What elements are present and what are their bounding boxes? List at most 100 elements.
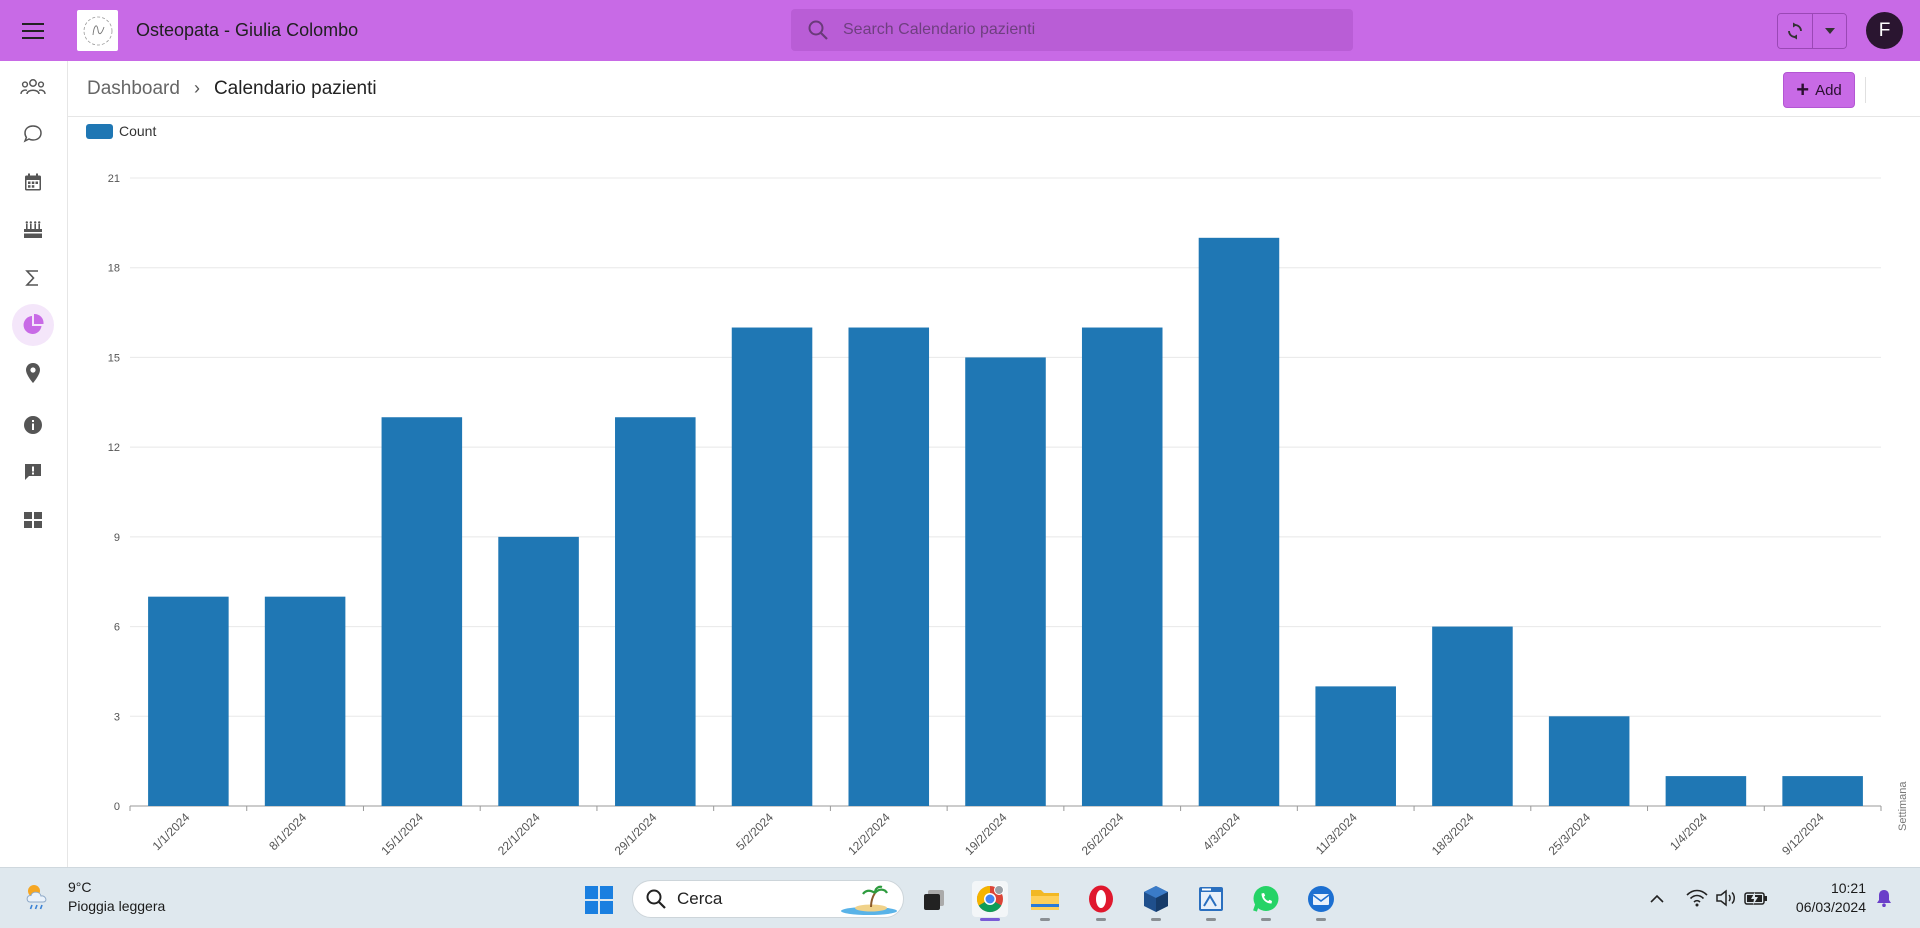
thunderbird-icon [1308, 886, 1334, 912]
tray-volume[interactable] [1714, 886, 1738, 910]
sigma-icon [25, 270, 38, 286]
x-tick-label: 8/1/2024 [266, 810, 309, 853]
app-bar: Osteopata - Giulia Colombo F [0, 0, 1920, 61]
taskbar-search[interactable]: Cerca [632, 880, 904, 918]
tray-notifications[interactable] [1872, 886, 1896, 910]
tray-battery[interactable] [1744, 886, 1768, 910]
x-tick-label: 15/1/2024 [378, 810, 426, 858]
x-tick-label: 25/3/2024 [1546, 810, 1594, 858]
task-view-icon [924, 890, 944, 910]
windows-taskbar: 9°C Pioggia leggera Cerca 10:21 06/03/20… [0, 867, 1920, 928]
sidebar-item-totals[interactable] [12, 257, 54, 299]
cake-icon [24, 221, 42, 238]
page-title: Calendario pazienti [213, 77, 377, 99]
map-pin-icon [26, 363, 40, 383]
sidebar-item-info[interactable] [12, 404, 54, 446]
sync-button-group [1777, 13, 1847, 49]
sync-dropdown-button[interactable] [1812, 14, 1846, 48]
chart-bar [381, 417, 463, 806]
y-tick-label: 6 [114, 622, 120, 634]
content-header: Dashboard › Calendario pazienti + Add [68, 61, 1920, 117]
wifi-icon [1686, 889, 1708, 907]
user-avatar[interactable]: F [1866, 12, 1903, 49]
menu-button[interactable] [0, 0, 66, 61]
chart-bar [148, 596, 229, 806]
tray-overflow-button[interactable] [1645, 886, 1669, 910]
weather-temp: 9°C [68, 879, 92, 895]
feedback-icon [25, 464, 41, 480]
y-tick-label: 0 [114, 801, 120, 813]
app-window-icon [1199, 887, 1223, 911]
chevron-up-icon [1650, 894, 1664, 903]
x-tick-label: 1/1/2024 [150, 810, 193, 853]
sidebar-item-birthdays[interactable] [12, 209, 54, 251]
open-app-indicator [1040, 918, 1050, 921]
caret-down-icon [1824, 28, 1835, 34]
sidebar-item-places[interactable] [12, 352, 54, 394]
start-button[interactable] [584, 885, 614, 920]
chrome-icon [976, 885, 1004, 913]
chart-bar [848, 327, 930, 806]
taskbar-thunderbird[interactable] [1303, 881, 1339, 921]
chart-area: Count 0 3 6 9 12 15 18 21 1/1/2024 8/1/2024 15/1/20… [68, 118, 1920, 867]
y-tick-label: 12 [108, 442, 120, 454]
chart-bar [1665, 776, 1747, 806]
volume-icon [1716, 889, 1735, 907]
taskbar-app-window[interactable] [1193, 881, 1229, 921]
sync-icon [1788, 22, 1802, 40]
pie-chart-icon [23, 313, 44, 334]
battery-charging-icon [1744, 892, 1767, 905]
taskbar-file-explorer[interactable] [1027, 881, 1063, 921]
beach-island-icon [841, 885, 897, 915]
chart-bar [1548, 716, 1630, 806]
x-tick-label: 19/2/2024 [962, 810, 1010, 858]
x-tick-label: 18/3/2024 [1429, 810, 1477, 858]
whatsapp-icon [1253, 886, 1279, 912]
y-tick-label: 3 [114, 711, 120, 723]
y-tick-label: 9 [114, 532, 120, 544]
taskbar-opera[interactable] [1083, 881, 1119, 921]
taskbar-virtualbox[interactable] [1138, 881, 1174, 921]
tray-wifi[interactable] [1685, 886, 1709, 910]
app-logo [77, 10, 118, 51]
clock-date: 06/03/2024 [1795, 899, 1866, 915]
calendar-icon [25, 173, 41, 191]
sidebar-item-patients[interactable] [12, 66, 54, 108]
x-tick-label: 22/1/2024 [495, 810, 543, 858]
taskbar-task-view[interactable] [916, 881, 952, 917]
chart-bar [1432, 626, 1513, 806]
sidebar-item-messages[interactable] [12, 113, 54, 155]
x-tick-label: 9/12/2024 [1779, 810, 1827, 858]
open-app-indicator [1316, 918, 1326, 921]
weather-widget[interactable]: 9°C Pioggia leggera [22, 878, 165, 916]
sidebar-item-charts[interactable] [12, 304, 54, 346]
legend-swatch [86, 124, 113, 139]
weather-text: 9°C Pioggia leggera [68, 878, 165, 916]
open-app-indicator [1206, 918, 1216, 921]
sidebar-item-feedback[interactable] [12, 451, 54, 493]
search-bar[interactable] [791, 9, 1353, 51]
legend-label: Count [119, 123, 156, 139]
sidebar-item-dashboard[interactable] [12, 499, 54, 541]
taskbar-chrome[interactable] [972, 881, 1008, 921]
taskbar-whatsapp[interactable] [1248, 881, 1284, 921]
taskbar-search-label: Cerca [677, 889, 723, 908]
x-tick-label: 4/3/2024 [1200, 810, 1243, 853]
dashboard-grid-icon [24, 512, 42, 528]
chart-bar [615, 417, 696, 806]
system-clock[interactable]: 10:21 06/03/2024 [1780, 879, 1866, 917]
app-title: Osteopata - Giulia Colombo [136, 20, 359, 40]
info-icon [24, 416, 42, 434]
sync-button[interactable] [1778, 14, 1812, 48]
x-axis-label: Settimana [1897, 781, 1909, 831]
folder-icon [1031, 890, 1059, 910]
y-tick-label: 21 [108, 173, 120, 185]
add-button[interactable]: + Add [1783, 72, 1855, 108]
search-input[interactable] [843, 21, 1323, 39]
breadcrumb-dashboard[interactable]: Dashboard [87, 78, 180, 100]
chart-bar [1782, 776, 1863, 806]
weather-rain-icon [26, 885, 47, 910]
sidebar-item-calendar[interactable] [12, 161, 54, 203]
x-tick-label: 11/3/2024 [1313, 810, 1360, 857]
clock-time: 10:21 [1830, 880, 1866, 896]
